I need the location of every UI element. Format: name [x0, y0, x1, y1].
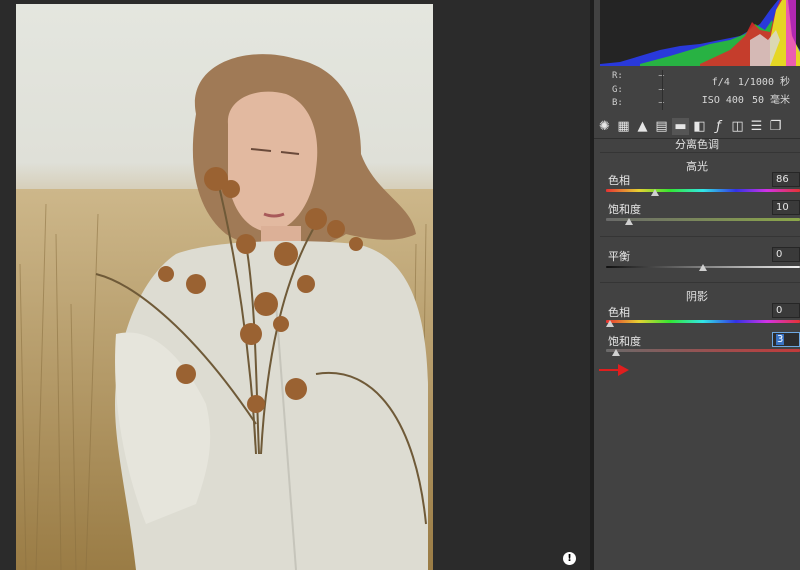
highlights-saturation-thumb[interactable] — [624, 218, 633, 225]
shadows-divider — [600, 282, 800, 283]
annotation-arrow-icon — [599, 364, 629, 376]
balance-divider — [600, 236, 800, 237]
balance-thumb[interactable] — [699, 264, 707, 271]
hsl-icon[interactable]: ▤ — [653, 118, 670, 135]
shadows-saturation-input[interactable]: 3 — [772, 332, 800, 347]
camera-calibration-icon[interactable]: ◫ — [729, 118, 746, 135]
b-label: B: — [612, 98, 623, 108]
focal-length-value: 50 毫米 — [751, 95, 790, 106]
aperture-icon[interactable]: ✺ — [596, 118, 613, 135]
split-toning-title: 分离色调 — [675, 138, 719, 151]
histogram — [600, 0, 800, 66]
iso-value: ISO 400 — [701, 95, 744, 106]
g-label: G: — [612, 84, 623, 95]
shadows-title: 阴影 — [686, 290, 708, 303]
highlights-hue-slider[interactable] — [606, 189, 800, 192]
highlights-saturation-label: 饱和度 — [608, 203, 641, 216]
mountain-icon[interactable]: ▲ — [634, 118, 651, 135]
balance-label: 平衡 — [608, 250, 630, 263]
shadows-saturation-value: 3 — [776, 334, 785, 345]
aperture-value: f/4 — [711, 77, 730, 88]
balance-input[interactable]: 0 — [772, 247, 800, 262]
shadows-saturation-slider[interactable] — [606, 349, 800, 352]
photo-preview — [16, 4, 433, 570]
highlights-hue-value: 86 — [776, 174, 789, 185]
exif-info: f/4 1/1000 秒 ISO 400 50 毫米 — [670, 74, 796, 110]
shadows-hue-label: 色相 — [608, 306, 630, 319]
shadows-saturation-thumb[interactable] — [611, 349, 620, 356]
highlights-saturation-slider[interactable] — [606, 218, 800, 221]
highlights-divider — [600, 152, 800, 153]
shadows-hue-slider[interactable] — [606, 320, 800, 323]
panel-toolbar: ✺ ▦ ▲ ▤ ▬ ◧ ƒ ◫ ☰ ❐ — [594, 116, 800, 136]
image-canvas[interactable]: ! — [0, 0, 590, 570]
highlights-saturation-input[interactable]: 10 — [772, 200, 800, 215]
develop-panel: R:— G:— B:— f/4 1/1000 秒 ISO 400 50 毫米 ✺ ▦… — [594, 0, 800, 570]
grid-icon[interactable]: ▦ — [615, 118, 632, 135]
shadows-saturation-label: 饱和度 — [608, 335, 641, 348]
split-toning-icon[interactable]: ▬ — [672, 117, 689, 135]
shadows-hue-value: 0 — [776, 305, 783, 316]
histogram-graph — [600, 0, 800, 66]
shutter-value: 1/1000 秒 — [737, 77, 790, 88]
fx-icon[interactable]: ƒ — [710, 118, 727, 135]
info-divider — [662, 70, 663, 110]
photo-illustration — [16, 54, 433, 570]
image-info: R:— G:— B:— f/4 1/1000 秒 ISO 400 50 毫米 — [594, 68, 800, 112]
balance-value: 0 — [776, 249, 783, 260]
snapshots-icon[interactable]: ❐ — [767, 118, 784, 135]
highlights-hue-label: 色相 — [608, 174, 630, 187]
presets-icon[interactable]: ☰ — [748, 118, 765, 135]
shadows-hue-input[interactable]: 0 — [772, 303, 800, 318]
highlights-hue-input[interactable]: 86 — [772, 172, 800, 187]
rgb-readout: R:— G:— B:— — [612, 70, 664, 111]
highlights-hue-thumb[interactable] — [650, 189, 659, 196]
warning-icon[interactable]: ! — [563, 552, 576, 565]
shadows-hue-thumb[interactable] — [606, 320, 614, 327]
r-label: R: — [612, 71, 623, 81]
highlights-saturation-value: 10 — [776, 202, 789, 213]
lens-icon[interactable]: ◧ — [691, 118, 708, 135]
